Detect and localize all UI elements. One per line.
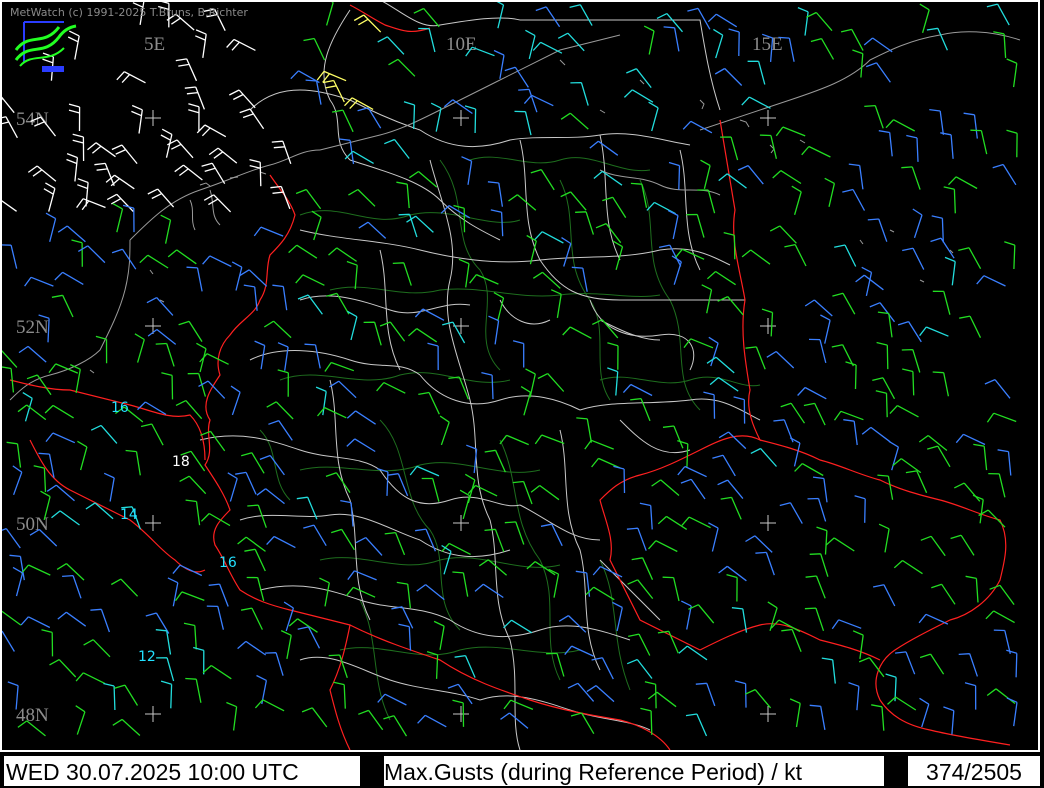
station-counter: 374/2505 [908,756,1040,786]
copyright-credit: MetWatch (c) 1991-2025 T.Bruns, B.Richte… [10,6,248,19]
valid-time: WED 30.07.2025 10:00 UTC [4,756,360,786]
map-page: 5E 10E 15E 54N 52N 50N 48N 16 18 14 16 1… [0,0,1044,788]
parameter-description: Max.Gusts (during Reference Period) / kt [384,756,884,786]
status-footer: WED 30.07.2025 10:00 UTC Max.Gusts (duri… [0,754,1044,788]
map-frame [0,0,1040,752]
